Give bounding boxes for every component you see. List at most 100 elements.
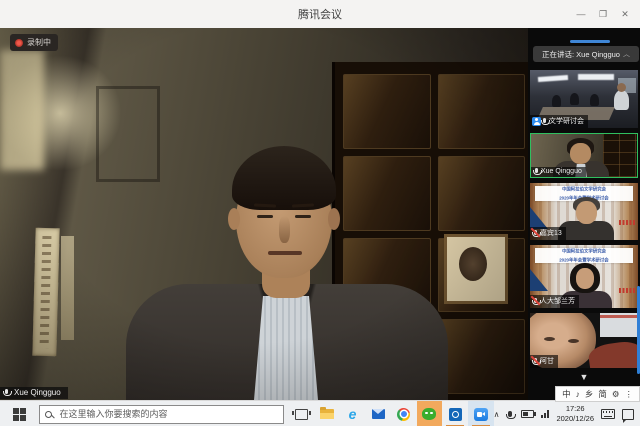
recording-indicator: 录制中	[10, 34, 58, 51]
conference-banner: 中国阿拉伯文学研究会 2020年年会暨学术研讨会	[535, 248, 633, 263]
participant-tile-room[interactable]: 文学研讨会	[530, 70, 638, 128]
banner-ribbon	[530, 269, 548, 291]
participant-tile-zoulanfang[interactable]: 中国阿拉伯文学研究会 2020年年会暨学术研讨会 人大邹兰芳	[530, 245, 638, 308]
file-explorer-icon	[320, 409, 334, 419]
tencent-meeting-icon	[474, 408, 488, 421]
person-face	[570, 143, 591, 164]
system-tray: ∧ 17:26 2020/12/26	[494, 404, 640, 424]
ime-sound-icon[interactable]: ♪	[576, 389, 580, 399]
window-titlebar[interactable]: 腾讯会议 — ❐ ✕	[0, 0, 640, 29]
window-controls: — ❐ ✕	[570, 0, 636, 28]
participant-tile-active-speaker[interactable]: Xue Qingguo	[530, 133, 638, 178]
wechat-button[interactable]	[417, 401, 443, 426]
room-attendee	[552, 95, 561, 107]
participant-tile-agan[interactable]: 阿甘	[530, 313, 638, 368]
ime-toolbar[interactable]: 中 ♪ 乡 简 ⚙ ⋮	[555, 386, 640, 402]
speaking-banner-text: 正在讲话: Xue Qingguo	[542, 49, 620, 60]
participant-name: 嘉宾13	[540, 228, 562, 238]
mail-icon	[372, 409, 385, 419]
taskbar-search[interactable]	[39, 405, 284, 424]
person-face	[576, 268, 594, 289]
person-eye	[568, 339, 579, 343]
tray-clock[interactable]: 17:26 2020/12/26	[556, 404, 594, 424]
participant-label: 人大邹兰芳	[530, 295, 579, 308]
banner-logo-mark	[619, 288, 635, 293]
task-view-button[interactable]	[288, 401, 314, 426]
window-title: 腾讯会议	[298, 6, 342, 22]
windows-logo-icon	[13, 408, 26, 421]
participant-name: 人大邹兰芳	[540, 296, 575, 306]
video-vignette	[0, 28, 528, 400]
search-icon	[45, 411, 52, 418]
internet-explorer-icon: e	[349, 407, 357, 421]
chrome-icon	[397, 408, 410, 421]
person-face	[576, 201, 597, 224]
minimize-button[interactable]: —	[570, 9, 592, 19]
participant-label: 阿甘	[530, 355, 558, 368]
tray-microphone-icon[interactable]	[508, 411, 512, 417]
participant-name: 文学研讨会	[549, 116, 584, 126]
ime-simplified[interactable]: 简	[598, 388, 607, 400]
participant-name: Xue Qingguo	[541, 168, 582, 175]
banner-logo-mark	[619, 220, 635, 225]
participants-sidebar: 正在讲话: Xue Qingguo ︿ 文学研讨会	[528, 28, 640, 400]
banner-ribbon	[530, 207, 548, 229]
room-attendee	[614, 90, 629, 110]
mic-icon	[5, 389, 8, 394]
tray-time: 17:26	[556, 404, 594, 414]
outlook-button[interactable]	[442, 401, 468, 426]
banner-line2: 2020年年会暨学术研讨会	[559, 257, 608, 262]
taskbar: e ∧ 17:26 2020/12/26	[0, 400, 640, 426]
participant-label: 文学研讨会	[530, 115, 588, 128]
recording-dot-icon	[15, 39, 23, 47]
restore-button[interactable]: ❐	[592, 9, 614, 20]
action-center-icon[interactable]	[622, 409, 634, 420]
file-explorer-button[interactable]	[314, 401, 340, 426]
participant-name: 阿甘	[540, 356, 554, 366]
speaking-banner: 正在讲话: Xue Qingguo ︿	[533, 46, 639, 62]
participant-label: 嘉宾13	[530, 227, 566, 240]
banner-line1: 中国阿拉伯文学研究会	[562, 187, 606, 192]
app-window: 腾讯会议 — ❐ ✕	[0, 0, 640, 426]
network-icon[interactable]	[541, 410, 549, 418]
chrome-button[interactable]	[391, 401, 417, 426]
participant-tile-guest[interactable]: 中国阿拉伯文学研究会 2020年年会暨学术研讨会 嘉宾13	[530, 183, 638, 240]
tray-date: 2020/12/26	[556, 414, 594, 424]
internet-explorer-button[interactable]: e	[340, 401, 366, 426]
mail-button[interactable]	[365, 401, 391, 426]
mic-icon	[543, 118, 546, 123]
outlook-icon	[449, 408, 462, 421]
room-attendee	[590, 94, 599, 106]
search-input[interactable]	[57, 408, 278, 420]
ime-settings-icon[interactable]: ⚙	[612, 389, 620, 400]
mic-muted-icon	[534, 230, 537, 235]
tencent-meeting-button[interactable]	[468, 401, 494, 426]
audio-level-bar	[570, 40, 610, 43]
participant-label: Xue Qingguo	[531, 167, 586, 177]
close-button[interactable]: ✕	[614, 9, 636, 20]
task-view-icon	[295, 409, 308, 420]
ime-more-icon[interactable]: ⋮	[625, 389, 634, 400]
recording-label: 录制中	[27, 37, 51, 48]
mic-icon	[535, 168, 538, 173]
room-attendee	[570, 93, 579, 105]
ceiling-light	[538, 75, 568, 82]
battery-icon[interactable]	[521, 410, 534, 418]
ime-mode-chinese[interactable]: 中	[562, 388, 571, 400]
collapse-chevron-icon[interactable]: ︿	[623, 49, 630, 59]
start-button[interactable]	[0, 401, 39, 426]
ceiling-light	[578, 74, 614, 80]
ime-symbol-icon[interactable]: 乡	[585, 388, 594, 400]
main-video-feed: 录制中 Xue Qingguo	[0, 28, 528, 400]
person-eye	[544, 337, 555, 341]
mic-muted-icon	[534, 358, 537, 363]
speaker-name: Xue Qingguo	[14, 388, 61, 397]
member-badge-icon	[532, 117, 541, 126]
speaker-name-tag: Xue Qingguo	[0, 387, 68, 399]
tray-expand-icon[interactable]: ∧	[494, 410, 500, 419]
touch-keyboard-icon[interactable]	[601, 409, 615, 419]
scroll-down-button[interactable]: ▼	[528, 372, 640, 382]
mic-muted-icon	[534, 298, 537, 303]
wechat-icon	[422, 408, 436, 420]
banner-line1: 中国阿拉伯文学研究会	[562, 249, 606, 254]
